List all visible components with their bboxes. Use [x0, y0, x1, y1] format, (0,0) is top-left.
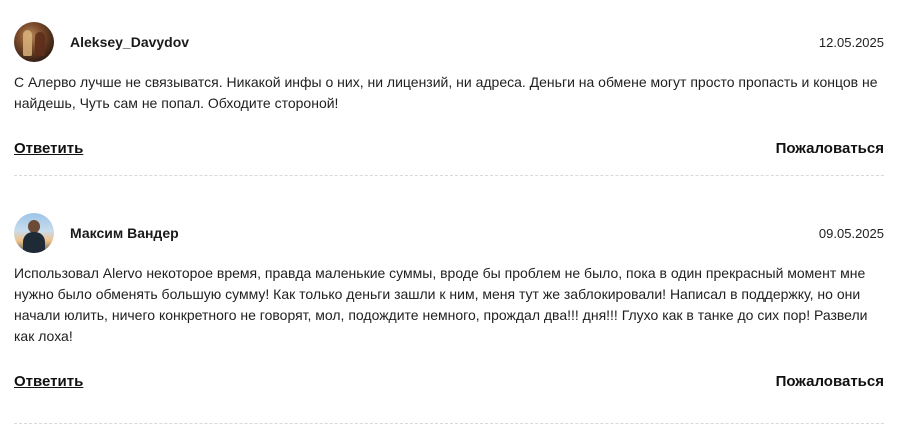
comment-date: 09.05.2025	[818, 225, 884, 241]
comment-header: Максим Вандер 09.05.2025	[14, 212, 884, 254]
comments-list: Aleksey_Davydov 12.05.2025 С Алерво лучш…	[14, 0, 884, 424]
avatar-figure	[23, 30, 32, 56]
comment-author: Максим Вандер	[70, 225, 179, 241]
report-link[interactable]: Пожаловаться	[776, 140, 884, 157]
comment-actions: Ответить Пожаловаться	[14, 373, 884, 390]
comment-header: Aleksey_Davydov 12.05.2025	[14, 21, 884, 63]
comment-item: Aleksey_Davydov 12.05.2025 С Алерво лучш…	[14, 0, 884, 176]
avatar-body	[23, 232, 45, 253]
comment-actions: Ответить Пожаловаться	[14, 140, 884, 157]
avatar-figure	[35, 32, 45, 56]
avatar	[14, 22, 54, 62]
comment-date: 12.05.2025	[818, 34, 884, 50]
reply-link[interactable]: Ответить	[14, 373, 83, 390]
comment-text: Использовал Alervo некоторое время, прав…	[14, 265, 868, 344]
comment-text: С Алерво лучше не связыватся. Никакой ин…	[14, 74, 878, 111]
comment-author: Aleksey_Davydov	[70, 34, 190, 50]
report-link[interactable]: Пожаловаться	[776, 373, 884, 390]
avatar	[14, 213, 54, 253]
comment-item: Максим Вандер 09.05.2025 Использовал Ale…	[14, 191, 884, 424]
reply-link[interactable]: Ответить	[14, 140, 83, 157]
